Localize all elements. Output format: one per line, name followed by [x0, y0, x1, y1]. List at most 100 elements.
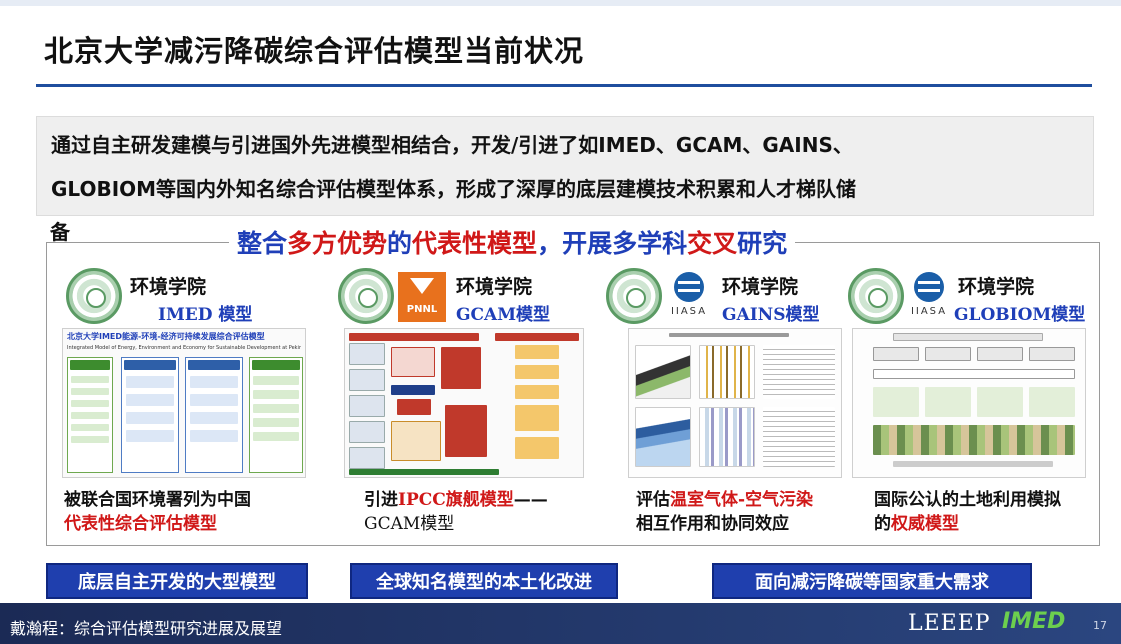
leeep-logo: LEEEP	[908, 611, 991, 636]
diagram-block	[873, 387, 919, 417]
caption-highlight: 温室气体-空气污染	[670, 490, 814, 510]
headline-part: 代表性模型	[412, 229, 538, 258]
diagram-block	[349, 469, 499, 475]
diagram-block	[349, 369, 385, 391]
diagram-block	[126, 394, 174, 406]
diagram-block	[977, 347, 1023, 361]
diagram-block	[441, 347, 481, 389]
diagram-block	[349, 447, 385, 469]
footer-bar: 戴瀚程：综合评估模型研究进展及展望 LEEEP IMED 17	[0, 603, 1121, 644]
chart-thumbnail	[699, 407, 755, 467]
headline-part: 的	[387, 229, 413, 258]
panel-gcam: PNNL 环境学院 GCAM模型 引进IPCC旗舰模型—— GCAM模型	[332, 262, 584, 542]
pnnl-logo-text: PNNL	[406, 304, 438, 315]
diagram-block	[873, 425, 1075, 455]
gains-report-snapshot	[628, 328, 842, 478]
diagram-column	[121, 357, 179, 473]
chart-thumbnail	[635, 407, 691, 467]
caption-line-2: 代表性综合评估模型	[64, 512, 217, 536]
headline-part: 交叉	[687, 229, 738, 258]
diagram-subtitle: Integrated Model of Energy, Environment …	[67, 345, 301, 351]
caption-line-1: 引进IPCC旗舰模型——	[364, 488, 548, 512]
pku-seal-icon	[66, 268, 122, 324]
diagram-block	[124, 360, 176, 370]
page-number: 17	[1093, 619, 1107, 632]
model-name: IMED 模型	[158, 305, 253, 325]
presenter-label: 戴瀚程：综合评估模型研究进展及展望	[10, 619, 283, 638]
logo-row: IIASA 环境学院 GLOBIOM模型	[846, 262, 1096, 325]
diagram-block	[1029, 347, 1075, 361]
diagram-block	[71, 388, 109, 395]
diagram-block	[71, 424, 109, 431]
pnnl-logo-icon: PNNL	[398, 272, 446, 322]
model-name: GAINS模型	[722, 305, 820, 325]
diagram-block	[925, 387, 971, 417]
panel-globiom: IIASA 环境学院 GLOBIOM模型 国际公认的土地利用模拟 的权威模型	[846, 262, 1096, 542]
caption-highlight: 权威模型	[891, 514, 959, 534]
section-headline: 整合多方优势的代表性模型，开展多学科交叉研究	[229, 224, 796, 260]
diagram-block	[515, 437, 559, 459]
model-name: GLOBIOM模型	[954, 305, 1086, 325]
caption-line-2: GCAM模型	[364, 514, 455, 534]
diagram-block	[391, 347, 435, 377]
headline-part: 研究	[737, 229, 788, 258]
caption-line-2: 的权威模型	[874, 512, 959, 536]
diagram-block	[253, 390, 299, 399]
globe-icon	[914, 272, 944, 302]
diagram-block	[71, 436, 109, 443]
diagram-block	[126, 412, 174, 424]
slide-title: 北京大学减污降碳综合评估模型当前状况	[44, 34, 585, 68]
diagram-block	[349, 421, 385, 443]
gcam-system-diagram	[344, 328, 584, 478]
diagram-block	[253, 404, 299, 413]
diagram-block	[190, 376, 238, 388]
diagram-block	[126, 430, 174, 442]
caption-prefix: 的	[874, 514, 891, 534]
globiom-structure-diagram	[852, 328, 1086, 478]
diagram-block	[190, 412, 238, 424]
diagram-block	[71, 400, 109, 407]
pku-seal-icon	[606, 268, 662, 324]
diagram-block	[515, 385, 559, 399]
diagram-block	[977, 387, 1023, 417]
model-name: GCAM模型	[456, 305, 551, 325]
headline-part: 整合	[237, 229, 288, 258]
pku-seal-icon	[338, 268, 394, 324]
panel-imed: 环境学院 IMED 模型 北京大学IMED能源-环境-经济可持续发展综合评估模型…	[60, 262, 310, 542]
institution-label: 环境学院	[456, 276, 533, 298]
headline-part: ，开展	[537, 229, 613, 258]
headline-part: 多方优势	[287, 229, 388, 258]
institution-label: 环境学院	[958, 276, 1035, 298]
caption-suffix: ——	[513, 490, 548, 510]
diagram-block	[126, 376, 174, 388]
diagram-block	[349, 333, 479, 341]
diagram-block	[253, 376, 299, 385]
intro-line-3: 备	[50, 220, 70, 244]
intro-box: 通过自主研发建模与引进国外先进模型相结合，开发/引进了如IMED、GCAM、GA…	[36, 116, 1094, 216]
institution-label: 环境学院	[722, 276, 799, 298]
caption-prefix: 引进	[364, 490, 398, 510]
iiasa-logo-icon: IIASA	[906, 270, 952, 322]
diagram-block	[70, 360, 110, 370]
diagram-block	[71, 376, 109, 383]
diagram-block	[873, 369, 1075, 379]
imed-framework-diagram: 北京大学IMED能源-环境-经济可持续发展综合评估模型 Integrated M…	[62, 328, 306, 478]
diagram-block	[190, 394, 238, 406]
diagram-column	[185, 357, 243, 473]
imed-logo: IMED	[1002, 609, 1066, 634]
diagram-block	[515, 365, 559, 379]
caption-line-1: 评估温室气体-空气污染	[636, 488, 813, 512]
top-strip	[0, 0, 1121, 6]
globe-icon	[674, 272, 704, 302]
diagram-block	[445, 405, 487, 457]
iiasa-logo-text: IIASA	[910, 306, 948, 317]
logo-row: IIASA 环境学院 GAINS模型	[600, 262, 850, 325]
diagram-block	[397, 399, 431, 415]
tag-national-needs: 面向减污降碳等国家重大需求	[712, 563, 1032, 599]
caption-line-2: 相互作用和协同效应	[636, 514, 789, 534]
logo-row: PNNL 环境学院 GCAM模型	[332, 262, 582, 325]
caption-line-1: 被联合国环境署列为中国	[64, 490, 251, 510]
panel-gains: IIASA 环境学院 GAINS模型 评估温室气体-空气污染 相互作用和协同效应	[600, 262, 850, 542]
diagram-title: 北京大学IMED能源-环境-经济可持续发展综合评估模型	[67, 332, 265, 341]
diagram-column	[249, 357, 303, 473]
